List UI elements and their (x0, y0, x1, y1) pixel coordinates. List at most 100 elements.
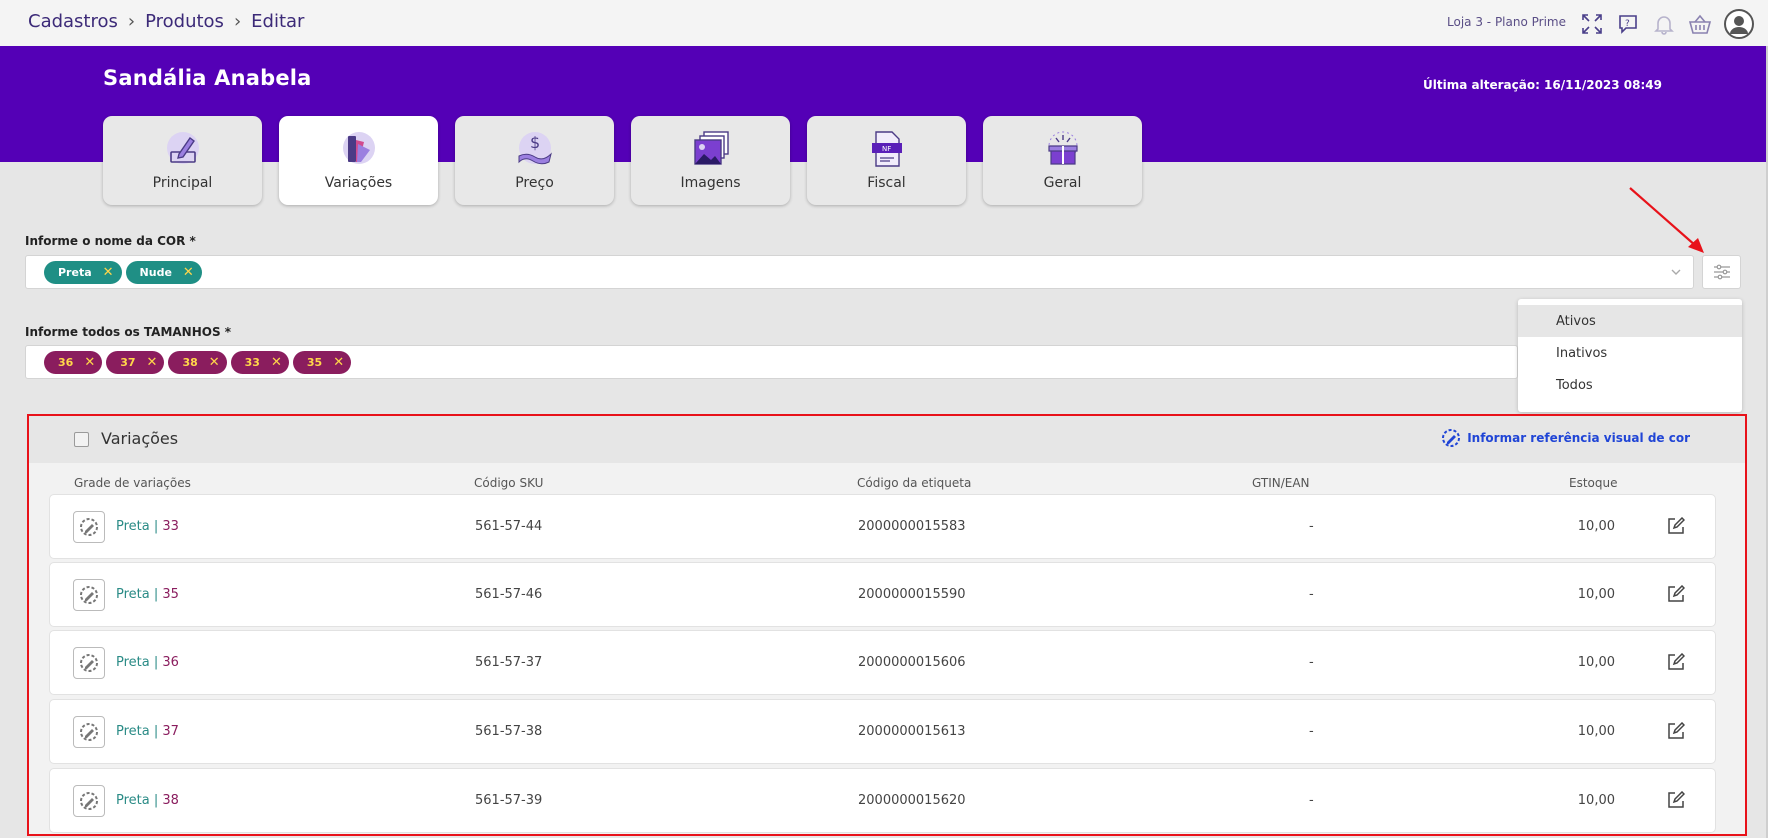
table-row[interactable]: Preta | 37 561-57-38 2000000015613 - 10,… (49, 699, 1716, 764)
label-code-cell: 2000000015590 (858, 587, 966, 602)
color-swatch-icon (342, 132, 375, 164)
size-chip: 36 ✕ (44, 350, 103, 374)
sku-cell: 561-57-37 (475, 655, 543, 670)
chip-label: 35 (306, 355, 323, 369)
size-chip: 37 ✕ (106, 350, 165, 374)
size-chip: 33 ✕ (230, 350, 289, 374)
breadcrumb-editar: Editar (251, 11, 305, 32)
variation-name: Preta | 35 (116, 587, 179, 602)
color-chip: Preta ✕ (44, 260, 122, 284)
gtin-cell: - (1309, 793, 1314, 808)
stock-cell: 10,00 (1577, 655, 1615, 670)
table-row[interactable]: Preta | 36 561-57-37 2000000015606 - 10,… (49, 630, 1716, 695)
tab-imagens[interactable]: Imagens (631, 116, 790, 205)
chip-label: 38 (182, 355, 198, 369)
variations-panel: Variações Informar referência visual de … (27, 414, 1747, 836)
tab-label: Variações (324, 175, 393, 191)
sku-cell: 561-57-44 (475, 519, 543, 534)
size-field-label: Informe todos os TAMANHOS * (25, 325, 232, 339)
edit-icon[interactable] (1667, 585, 1685, 603)
table-row[interactable]: Preta | 38 561-57-39 2000000015620 - 10,… (49, 768, 1716, 833)
svg-text:$: $ (530, 133, 540, 152)
bell-icon[interactable] (1652, 12, 1676, 36)
menu-item-inativos[interactable]: Inativos (1518, 337, 1742, 369)
color-chip: Nude ✕ (125, 260, 202, 284)
price-hand-icon: $ (518, 132, 552, 165)
store-plan[interactable]: Loja 3 - Plano Prime (1447, 15, 1566, 29)
annotation-arrow-icon (1629, 187, 1704, 253)
tab-principal[interactable]: Principal (103, 116, 262, 205)
stock-cell: 10,00 (1577, 793, 1615, 808)
col-estoque: Estoque (1569, 476, 1618, 490)
svg-text:?: ? (1625, 19, 1630, 29)
images-icon (693, 131, 729, 165)
tab-fiscal[interactable]: NF Fiscal (807, 116, 966, 205)
variation-name: Preta | 38 (116, 793, 179, 808)
tab-preco[interactable]: $ Preço (455, 116, 614, 205)
label-code-cell: 2000000015583 (858, 519, 966, 534)
close-icon[interactable]: ✕ (147, 355, 158, 370)
color-multiselect[interactable]: Preta ✕ Nude ✕ (25, 255, 1694, 289)
top-bar: Cadastros › Produtos › Editar Loja 3 - P… (0, 0, 1768, 46)
label-code-cell: 2000000015620 (858, 793, 966, 808)
chevron-right-icon: › (127, 11, 136, 32)
close-icon[interactable]: ✕ (103, 265, 114, 280)
filter-settings-button[interactable] (1702, 255, 1741, 289)
col-gtin: GTIN/EAN (1252, 476, 1310, 490)
variations-title: Variações (101, 429, 179, 448)
chip-label: 37 (120, 355, 136, 369)
label-code-cell: 2000000015613 (858, 724, 966, 739)
edit-icon[interactable] (1667, 791, 1685, 809)
select-all-checkbox[interactable] (74, 432, 89, 447)
invoice-nf-icon: NF (871, 131, 902, 167)
edit-icon[interactable] (1667, 653, 1685, 671)
variations-header: Variações Informar referência visual de … (29, 416, 1745, 463)
menu-item-ativos[interactable]: Ativos (1518, 305, 1742, 337)
link-label: Informar referência visual de cor (1467, 431, 1690, 445)
color-image-icon[interactable] (73, 716, 105, 748)
product-name: Sandália Anabela (103, 66, 312, 90)
edit-icon[interactable] (1667, 722, 1685, 740)
close-icon[interactable]: ✕ (271, 355, 282, 370)
user-avatar-icon[interactable] (1724, 9, 1754, 39)
color-reference-link[interactable]: Informar referência visual de cor (1441, 428, 1690, 448)
table-row[interactable]: Preta | 35 561-57-46 2000000015590 - 10,… (49, 562, 1716, 627)
tab-geral[interactable]: Geral (983, 116, 1142, 205)
tab-label: Geral (1043, 175, 1082, 191)
stock-cell: 10,00 (1577, 587, 1615, 602)
breadcrumb-cadastros[interactable]: Cadastros (28, 11, 118, 32)
color-image-icon[interactable] (73, 785, 105, 817)
color-picker-icon (1442, 429, 1461, 447)
col-etiqueta: Código da etiqueta (857, 476, 972, 490)
size-multiselect[interactable]: 36 ✕ 37 ✕ 38 ✕ 33 ✕ 35 ✕ (25, 345, 1518, 379)
table-row[interactable]: Preta | 33 561-57-44 2000000015583 - 10,… (49, 494, 1716, 559)
chip-label: Nude (139, 265, 172, 279)
gtin-cell: - (1309, 587, 1314, 602)
chip-label: 36 (58, 355, 74, 369)
close-icon[interactable]: ✕ (183, 265, 194, 280)
close-icon[interactable]: ✕ (209, 355, 220, 370)
chip-label: Preta (58, 265, 92, 279)
close-icon[interactable]: ✕ (333, 355, 344, 370)
close-icon[interactable]: ✕ (84, 355, 95, 370)
tab-label: Fiscal (867, 175, 906, 191)
col-grade: Grade de variações (74, 476, 191, 490)
basket-icon[interactable] (1688, 12, 1712, 36)
help-chat-icon[interactable]: ? (1616, 12, 1640, 36)
gtin-cell: - (1309, 519, 1314, 534)
chevron-down-icon[interactable] (1669, 265, 1683, 279)
color-image-icon[interactable] (73, 579, 105, 611)
sku-cell: 561-57-38 (475, 724, 543, 739)
chip-label: 33 (244, 355, 260, 369)
edit-icon[interactable] (1667, 517, 1685, 535)
menu-item-todos[interactable]: Todos (1518, 369, 1742, 401)
top-icons: ? (1580, 9, 1754, 39)
breadcrumb-produtos[interactable]: Produtos (145, 11, 224, 32)
color-image-icon[interactable] (73, 511, 105, 543)
stock-cell: 10,00 (1577, 724, 1615, 739)
color-image-icon[interactable] (73, 647, 105, 679)
tab-variacoes[interactable]: Variações (279, 116, 438, 205)
stock-cell: 10,00 (1577, 519, 1615, 534)
sku-cell: 561-57-39 (475, 793, 543, 808)
fullscreen-icon[interactable] (1580, 12, 1604, 36)
